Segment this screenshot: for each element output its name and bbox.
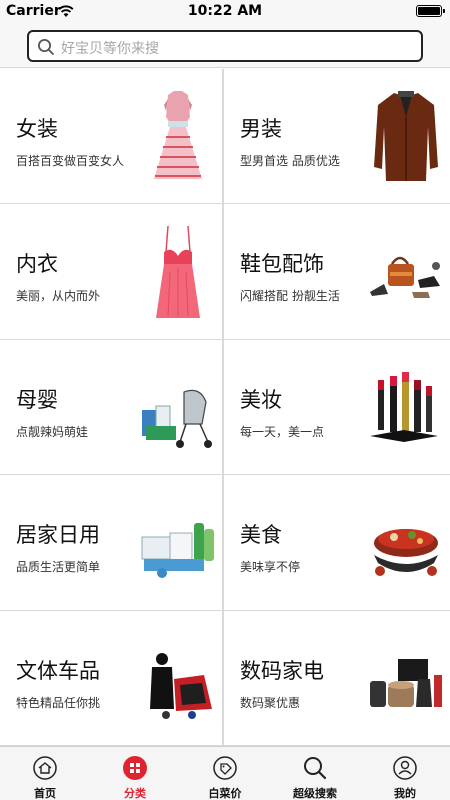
tab-profile[interactable]: 我的	[360, 747, 450, 800]
household-image	[141, 523, 214, 579]
search-icon	[304, 757, 327, 780]
shoes-bags-image	[370, 257, 440, 299]
tab-home[interactable]: 首页	[0, 747, 90, 800]
tab-label: 超级搜索	[293, 787, 337, 800]
category-electronics[interactable]: 数码家电 数码聚优惠	[224, 610, 450, 746]
category-subtitle: 每一天，美一点	[240, 424, 325, 439]
category-men-clothing[interactable]: 男装 型男首选 品质优选	[224, 69, 450, 205]
category-subtitle: 闪耀搭配 扮靓生活	[240, 289, 340, 304]
category-subtitle: 百搭百变做百变女人	[16, 154, 125, 168]
category-subtitle: 美味享不停	[240, 560, 301, 575]
category-subtitle: 型男首选 品质优选	[240, 154, 340, 168]
category-title: 居家日用	[16, 523, 100, 548]
home-icon	[33, 756, 57, 780]
search-icon	[38, 39, 54, 55]
category-food[interactable]: 美食 美味享不停	[224, 475, 450, 611]
category-title: 男装	[240, 117, 282, 141]
category-subtitle: 点靓辣妈萌娃	[16, 424, 89, 439]
category-title: 女装	[16, 117, 58, 141]
tab-label: 我的	[394, 787, 416, 800]
status-bar: Carrier 10:22 AM	[0, 0, 450, 22]
category-beauty[interactable]: 美妆 每一天，美一点	[224, 339, 450, 476]
battery-icon	[416, 5, 445, 17]
category-title: 文体车品	[16, 658, 100, 683]
hotpot-image	[374, 529, 438, 577]
clock: 10:22 AM	[187, 3, 263, 19]
coat-image	[374, 91, 438, 181]
category-sports-auto[interactable]: 文体车品 特色精品任你挑	[0, 610, 224, 746]
stroller-image	[142, 389, 212, 448]
category-shoes-bags[interactable]: 鞋包配饰 闪耀搭配 扮靓生活	[224, 204, 450, 340]
category-title: 美妆	[240, 387, 282, 412]
category-title: 美食	[240, 523, 282, 548]
tag-icon	[213, 756, 237, 780]
search-input[interactable]: 好宝贝等你来搜	[27, 30, 423, 62]
category-mother-baby[interactable]: 母婴 点靓辣妈萌娃	[0, 339, 224, 476]
tab-category[interactable]: 分类	[90, 747, 180, 800]
sports-car-image	[150, 652, 212, 719]
category-icon	[123, 756, 147, 780]
category-subtitle: 品质生活更简单	[16, 560, 101, 575]
profile-icon	[393, 756, 417, 780]
category-title: 数码家电	[240, 658, 324, 683]
dress-image	[154, 91, 202, 179]
category-underwear[interactable]: 内衣 美丽，从内而外	[0, 204, 224, 340]
lipstick-image	[370, 371, 438, 442]
category-household[interactable]: 居家日用 品质生活更简单	[0, 475, 224, 611]
tab-super-search[interactable]: 超级搜索	[270, 747, 360, 800]
lingerie-image	[156, 226, 200, 319]
category-grid: 女装 百搭百变做百变女人 男装 型男首选 品质优选 内衣 美丽，从内而外 鞋包配…	[0, 69, 450, 746]
search-placeholder: 好宝贝等你来搜	[61, 41, 159, 57]
category-women-clothing[interactable]: 女装 百搭百变做百变女人	[0, 69, 224, 205]
tab-label: 白菜价	[208, 787, 242, 800]
category-subtitle: 特色精品任你挑	[16, 695, 101, 710]
tab-label: 分类	[124, 787, 146, 800]
bottom-tab-bar: 首页 分类 白菜价 超级搜索 我的	[0, 746, 450, 800]
appliance-image	[370, 658, 442, 707]
category-title: 内衣	[16, 252, 58, 277]
tab-bargain[interactable]: 白菜价	[180, 747, 270, 800]
search-header: 好宝贝等你来搜	[0, 22, 450, 68]
category-title: 母婴	[16, 387, 58, 412]
category-subtitle: 数码聚优惠	[240, 695, 301, 710]
category-title: 鞋包配饰	[240, 252, 324, 277]
tab-label: 首页	[34, 787, 56, 800]
category-subtitle: 美丽，从内而外	[16, 289, 101, 304]
